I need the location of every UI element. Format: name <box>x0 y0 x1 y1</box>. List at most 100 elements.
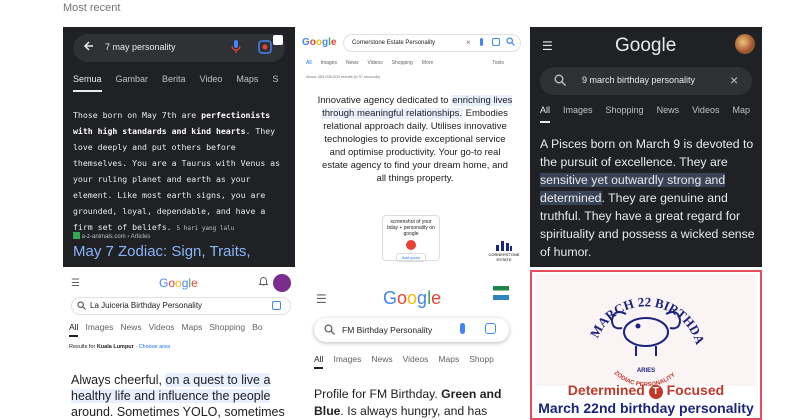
tile-fm-personality[interactable]: ☰ Google FM Birthday Personality All Imag… <box>298 270 528 420</box>
tab-shopping[interactable]: Shopping <box>606 105 644 115</box>
tab-shopping[interactable]: Shopp <box>469 354 494 364</box>
clear-icon[interactable]: × <box>730 72 738 88</box>
arc-top-label: MARCH 22 BIRTHDAY <box>532 272 708 347</box>
cornerstone-logo: CORNERSTONE ESTATE <box>488 239 520 262</box>
trait-1: Determined <box>567 382 645 398</box>
tab-images[interactable]: Images <box>563 105 593 115</box>
snippet-part: A Pisces born on March 9 is devoted to t… <box>540 137 754 169</box>
tab-more[interactable]: S <box>272 74 278 84</box>
tab-all[interactable]: All <box>306 60 312 66</box>
tab-maps[interactable]: Maps <box>236 74 258 84</box>
search-bar[interactable]: 7 may personality <box>73 34 285 62</box>
tab-switcher-icon[interactable] <box>272 34 284 48</box>
back-arrow-icon[interactable] <box>83 40 95 54</box>
tab-all[interactable]: All <box>69 322 79 337</box>
snippet-part: Those born on May 7th are <box>73 110 202 120</box>
tile-march-22-aries[interactable]: MARCH 22 BIRTHDAY ZODIAC PERSONALITY ARI… <box>530 270 762 420</box>
lens-icon[interactable] <box>492 38 500 46</box>
search-tabs: All Images News Videos Shopping More Tools <box>306 60 513 66</box>
location-line: Results for Kuala Lumpur · Choose area <box>69 344 171 350</box>
search-bar[interactable]: Cornerstone Estate Personality × <box>343 34 521 52</box>
tab-maps[interactable]: Maps <box>438 354 459 364</box>
result-stats: About 353,000,000 results (0.37 seconds) <box>306 74 381 79</box>
result-source[interactable]: a-z-animals.com › Articles <box>73 232 150 240</box>
add-yours-button[interactable]: Add yours <box>396 253 426 262</box>
tile-cornerstone-personality[interactable]: Google Cornerstone Estate Personality × … <box>298 27 528 267</box>
tab-tools[interactable]: Tools <box>492 60 504 66</box>
search-tabs: Semua Gambar Berita Video Maps S <box>73 74 292 92</box>
snippet-text: A Pisces born on March 9 is devoted to t… <box>540 135 755 261</box>
snippet-part: Profile for FM Birthday. <box>314 387 442 401</box>
lens-icon[interactable] <box>258 40 272 56</box>
tab-all[interactable]: All <box>540 105 551 123</box>
google-logo[interactable]: Google <box>159 276 198 290</box>
snippet-part: Embodies relational approach daily. Util… <box>322 108 508 184</box>
aries-caption: March 22nd birthday personality <box>538 400 754 416</box>
menu-icon[interactable]: ☰ <box>316 292 327 306</box>
tab-books[interactable]: Bo <box>252 322 262 332</box>
tab-images[interactable]: Images <box>85 322 113 332</box>
clear-icon[interactable]: × <box>466 38 471 47</box>
search-bar[interactable]: La Juiceria Birthday Personality <box>71 297 291 315</box>
menu-icon[interactable]: ☰ <box>542 39 553 53</box>
snippet-part: . Is always hungry, and has <box>340 404 488 418</box>
avatar[interactable] <box>735 34 755 54</box>
tab-videos[interactable]: Videos <box>692 105 719 115</box>
choose-area-link[interactable]: Choose area <box>139 344 171 350</box>
search-bar[interactable]: FM Birthday Personality <box>314 318 509 342</box>
tab-shopping[interactable]: Shopping <box>209 322 245 332</box>
aries-emblem-graphic: MARCH 22 BIRTHDAY ZODIAC PERSONALITY ARI… <box>532 272 708 388</box>
tab-images[interactable]: Gambar <box>116 74 149 84</box>
search-query[interactable]: La Juiceria Birthday Personality <box>90 301 202 310</box>
lens-icon[interactable] <box>485 323 496 334</box>
tab-videos[interactable]: Videos <box>403 354 429 364</box>
sign-label: ARIES <box>637 368 655 374</box>
google-logo[interactable]: Google <box>383 288 441 309</box>
search-query[interactable]: Cornerstone Estate Personality <box>352 40 435 46</box>
results-for-label: Results for <box>69 344 96 350</box>
tab-news[interactable]: News <box>371 354 392 364</box>
tab-all[interactable]: Semua <box>73 74 102 92</box>
mic-icon[interactable] <box>480 38 483 46</box>
tab-shopping[interactable]: Shopping <box>392 60 413 66</box>
tab-news[interactable]: Berita <box>162 74 186 84</box>
add-yours-sticker[interactable]: screenshot of your bday + personality on… <box>382 215 440 262</box>
brand-flag-icon[interactable] <box>493 286 509 300</box>
building-icon <box>496 241 512 251</box>
lens-icon[interactable] <box>272 301 281 310</box>
trait-separator-icon: T <box>648 385 663 399</box>
avatar[interactable] <box>273 274 291 292</box>
result-title-link[interactable]: May 7 Zodiac: Sign, Traits, <box>73 243 251 260</box>
tab-news[interactable]: News <box>120 322 141 332</box>
tile-la-juiceria-personality[interactable]: ☰ Google La Juiceria Birthday Personalit… <box>63 270 295 420</box>
tab-all[interactable]: All <box>314 354 324 369</box>
snippet-part: Always cheerful, <box>71 373 166 387</box>
google-logo[interactable]: Google <box>615 35 676 57</box>
tab-news[interactable]: News <box>657 105 680 115</box>
google-logo[interactable]: Google <box>302 37 336 48</box>
bell-icon[interactable] <box>258 276 269 289</box>
tile-march-9-personality[interactable]: ☰ Google 9 march birthday personality × … <box>530 27 762 267</box>
tab-news[interactable]: News <box>346 60 359 66</box>
search-icon[interactable] <box>506 37 515 48</box>
tab-maps[interactable]: Maps <box>181 322 202 332</box>
search-tabs: All Images Shopping News Videos Map <box>540 105 762 123</box>
tile-may-7-personality[interactable]: 7 may personality Semua Gambar Berita Video… <box>63 27 295 267</box>
tab-images[interactable]: Images <box>321 60 337 66</box>
tab-video[interactable]: Video <box>200 74 223 84</box>
tab-videos[interactable]: Videos <box>367 60 382 66</box>
aries-emblem: MARCH 22 BIRTHDAY ZODIAC PERSONALITY ARI… <box>532 272 756 388</box>
search-bar[interactable]: 9 march birthday personality × <box>540 67 752 95</box>
menu-icon[interactable]: ☰ <box>71 278 80 289</box>
snippet-part: around. Sometimes YOLO, sometimes <box>71 405 285 419</box>
tab-images[interactable]: Images <box>333 354 361 364</box>
tab-more[interactable]: More <box>422 60 433 66</box>
search-query[interactable]: FM Birthday Personality <box>342 325 432 335</box>
mic-icon[interactable] <box>460 323 465 334</box>
search-icon <box>554 74 566 88</box>
mic-icon[interactable] <box>231 40 241 56</box>
tab-videos[interactable]: Videos <box>149 322 175 332</box>
search-query[interactable]: 9 march birthday personality <box>582 75 695 85</box>
search-query[interactable]: 7 may personality <box>105 42 176 52</box>
tab-maps[interactable]: Map <box>732 105 750 115</box>
